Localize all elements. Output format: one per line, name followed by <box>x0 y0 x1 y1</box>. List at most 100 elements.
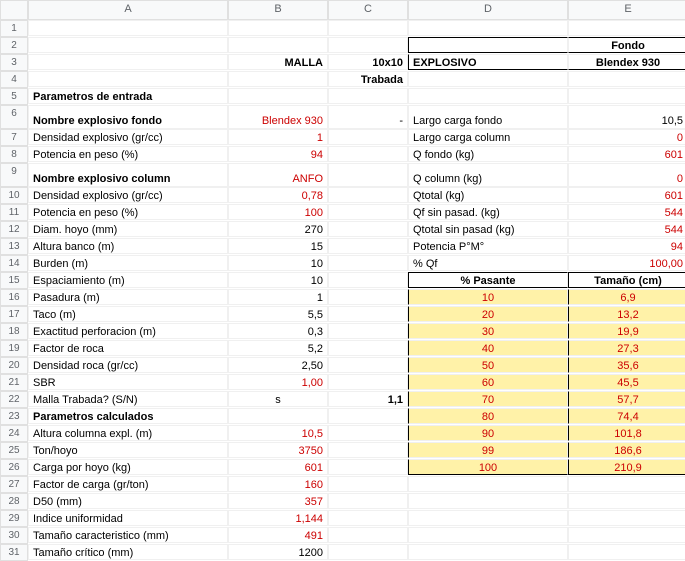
cell-E23[interactable]: 74,4 <box>568 408 685 424</box>
row-header-23[interactable]: 23 <box>0 408 28 425</box>
cell-C24[interactable] <box>328 425 408 441</box>
cell-D23[interactable]: 80 <box>408 408 568 424</box>
cell-D2[interactable] <box>408 37 568 53</box>
cell-E14[interactable]: 100,00 <box>568 255 685 271</box>
cell-A14[interactable]: Burden (m) <box>28 255 228 271</box>
cell-C13[interactable] <box>328 238 408 254</box>
cell-B14[interactable]: 10 <box>228 255 328 271</box>
row-header-4[interactable]: 4 <box>0 71 28 88</box>
row-header-16[interactable]: 16 <box>0 289 28 306</box>
cell-B21[interactable]: 1,00 <box>228 374 328 390</box>
cell-D21[interactable]: 60 <box>408 374 568 390</box>
cell-B27[interactable]: 160 <box>228 476 328 492</box>
cell-D10[interactable]: Qtotal (kg) <box>408 187 568 203</box>
cell-A20[interactable]: Densidad roca (gr/cc) <box>28 357 228 373</box>
cell-D6[interactable]: Largo carga fondo <box>408 105 568 129</box>
row-header-21[interactable]: 21 <box>0 374 28 391</box>
cell-C14[interactable] <box>328 255 408 271</box>
cell-C3[interactable]: 10x10 <box>328 54 408 70</box>
cell-E8[interactable]: 601 <box>568 146 685 162</box>
cell-D3[interactable]: EXPLOSIVO <box>408 54 568 70</box>
cell-D7[interactable]: Largo carga column <box>408 129 568 145</box>
cell-C26[interactable] <box>328 459 408 475</box>
row-header-30[interactable]: 30 <box>0 527 28 544</box>
cell-D11[interactable]: Qf sin pasad. (kg) <box>408 204 568 220</box>
cell-A19[interactable]: Factor de roca <box>28 340 228 356</box>
cell-E16[interactable]: 6,9 <box>568 289 685 305</box>
cell-B17[interactable]: 5,5 <box>228 306 328 322</box>
cell-D15[interactable]: % Pasante <box>408 272 568 288</box>
cell-A6[interactable]: Nombre explosivo fondo <box>28 105 228 129</box>
cell-C7[interactable] <box>328 129 408 145</box>
cell-C28[interactable] <box>328 493 408 509</box>
cell-E31[interactable] <box>568 544 685 560</box>
cell-A12[interactable]: Diam. hoyo (mm) <box>28 221 228 237</box>
cell-D31[interactable] <box>408 544 568 560</box>
cell-C31[interactable] <box>328 544 408 560</box>
cell-E28[interactable] <box>568 493 685 509</box>
row-header-25[interactable]: 25 <box>0 442 28 459</box>
cell-B2[interactable] <box>228 37 328 53</box>
col-header-A[interactable]: A <box>28 0 228 20</box>
cell-B18[interactable]: 0,3 <box>228 323 328 339</box>
cell-B30[interactable]: 491 <box>228 527 328 543</box>
col-header-B[interactable]: B <box>228 0 328 20</box>
cell-A29[interactable]: Indice uniformidad <box>28 510 228 526</box>
cell-B15[interactable]: 10 <box>228 272 328 288</box>
cell-A17[interactable]: Taco (m) <box>28 306 228 322</box>
cell-B12[interactable]: 270 <box>228 221 328 237</box>
cell-C10[interactable] <box>328 187 408 203</box>
cell-C11[interactable] <box>328 204 408 220</box>
cell-A15[interactable]: Espaciamiento (m) <box>28 272 228 288</box>
cell-C5[interactable] <box>328 88 408 104</box>
cell-E13[interactable]: 94 <box>568 238 685 254</box>
cell-A5[interactable]: Parametros de entrada <box>28 88 228 104</box>
cell-A25[interactable]: Ton/hoyo <box>28 442 228 458</box>
cell-E4[interactable] <box>568 71 685 87</box>
cell-A28[interactable]: D50 (mm) <box>28 493 228 509</box>
cell-E1[interactable] <box>568 20 685 36</box>
cell-C23[interactable] <box>328 408 408 424</box>
row-header-31[interactable]: 31 <box>0 544 28 561</box>
cell-D30[interactable] <box>408 527 568 543</box>
cell-D9[interactable]: Q column (kg) <box>408 163 568 187</box>
cell-D17[interactable]: 20 <box>408 306 568 322</box>
cell-B25[interactable]: 3750 <box>228 442 328 458</box>
cell-D24[interactable]: 90 <box>408 425 568 441</box>
cell-B24[interactable]: 10,5 <box>228 425 328 441</box>
row-header-20[interactable]: 20 <box>0 357 28 374</box>
cell-E15[interactable]: Tamaño (cm) <box>568 272 685 288</box>
row-header-15[interactable]: 15 <box>0 272 28 289</box>
row-header-8[interactable]: 8 <box>0 146 28 163</box>
cell-A22[interactable]: Malla Trabada? (S/N) <box>28 391 228 407</box>
cell-D1[interactable] <box>408 20 568 36</box>
cell-C22[interactable]: 1,1 <box>328 391 408 407</box>
cell-A24[interactable]: Altura columna expl. (m) <box>28 425 228 441</box>
cell-D18[interactable]: 30 <box>408 323 568 339</box>
cell-E9[interactable]: 0 <box>568 163 685 187</box>
cell-E18[interactable]: 19,9 <box>568 323 685 339</box>
row-header-14[interactable]: 14 <box>0 255 28 272</box>
cell-E20[interactable]: 35,6 <box>568 357 685 373</box>
cell-D29[interactable] <box>408 510 568 526</box>
row-header-26[interactable]: 26 <box>0 459 28 476</box>
row-header-12[interactable]: 12 <box>0 221 28 238</box>
cell-D19[interactable]: 40 <box>408 340 568 356</box>
row-header-6[interactable]: 6 <box>0 105 28 129</box>
row-header-27[interactable]: 27 <box>0 476 28 493</box>
row-header-3[interactable]: 3 <box>0 54 28 71</box>
cell-E7[interactable]: 0 <box>568 129 685 145</box>
cell-C18[interactable] <box>328 323 408 339</box>
cell-E29[interactable] <box>568 510 685 526</box>
cell-A4[interactable] <box>28 71 228 87</box>
row-header-2[interactable]: 2 <box>0 37 28 54</box>
row-header-1[interactable]: 1 <box>0 20 28 37</box>
cell-B4[interactable] <box>228 71 328 87</box>
cell-D4[interactable] <box>408 71 568 87</box>
cell-B3[interactable]: MALLA <box>228 54 328 70</box>
cell-E25[interactable]: 186,6 <box>568 442 685 458</box>
row-header-13[interactable]: 13 <box>0 238 28 255</box>
cell-D27[interactable] <box>408 476 568 492</box>
cell-C30[interactable] <box>328 527 408 543</box>
cell-B19[interactable]: 5,2 <box>228 340 328 356</box>
